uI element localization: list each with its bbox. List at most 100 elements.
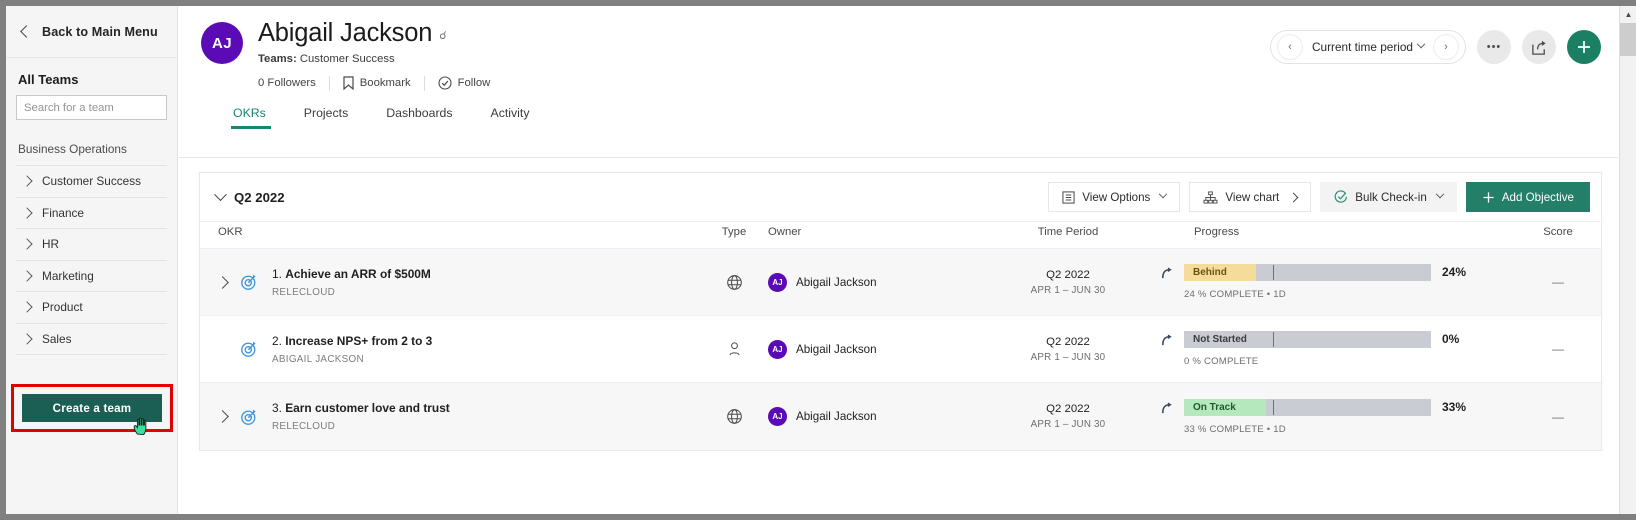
- period-collapse-toggle[interactable]: Q2 2022: [214, 187, 285, 205]
- period-label: Q2 2022: [1046, 335, 1090, 348]
- create-team-highlight: Create a team: [11, 384, 173, 432]
- column-header-period: Time Period: [1037, 226, 1099, 238]
- progress-percent: 24%: [1442, 265, 1467, 279]
- sidebar-item-sales[interactable]: Sales: [16, 324, 167, 355]
- sidebar-item-customer-success[interactable]: Customer Success: [16, 166, 167, 198]
- ellipsis-icon: •••: [1486, 41, 1502, 53]
- progress-marker: [1272, 332, 1275, 347]
- status-badge: Behind: [1193, 267, 1227, 278]
- chevron-left-icon: [20, 25, 33, 38]
- view-chart-button[interactable]: View chart: [1189, 182, 1312, 212]
- team-name-label: HR: [42, 237, 60, 252]
- team-group-label: Business Operations: [18, 142, 127, 156]
- progress-percent: 0%: [1442, 332, 1460, 346]
- tab-dashboards[interactable]: Dashboards: [367, 106, 471, 129]
- okr-title-line: 1. Achieve an ARR of $500M: [272, 267, 431, 281]
- type-cell: [700, 408, 768, 425]
- objective-target-icon: [240, 340, 266, 358]
- view-options-label: View Options: [1082, 190, 1151, 204]
- bookmark-button[interactable]: Bookmark: [330, 76, 424, 91]
- back-to-main-menu-button[interactable]: Back to Main Menu: [6, 6, 177, 58]
- sidebar-item-hr[interactable]: HR: [16, 229, 167, 261]
- previous-period-button[interactable]: ‹: [1277, 34, 1304, 60]
- profile-tabs: OKRs Projects Dashboards Activity: [231, 106, 1618, 129]
- table-row[interactable]: 3. Earn customer love and trust RELECLOU…: [200, 383, 1601, 450]
- org-chart-icon: [1203, 190, 1218, 204]
- okr-subtitle: RELECLOUD: [272, 421, 336, 432]
- avatar: AJ: [201, 22, 243, 64]
- tab-okrs[interactable]: OKRs: [231, 106, 285, 129]
- okr-title-line: 3. Earn customer love and trust: [272, 401, 450, 415]
- chevron-down-icon: [1159, 189, 1168, 199]
- period-range: APR 1 – JUN 30: [1030, 419, 1106, 430]
- link-icon[interactable]: ☌: [439, 29, 446, 47]
- okr-subtitle: ABIGAIL JACKSON: [272, 353, 364, 365]
- bulk-check-in-button[interactable]: Bulk Check-in: [1320, 182, 1457, 212]
- more-options-button[interactable]: •••: [1477, 30, 1511, 64]
- follow-button[interactable]: Follow: [425, 76, 504, 90]
- okr-text: 3. Earn customer love and trust RELECLOU…: [272, 401, 450, 432]
- tab-projects[interactable]: Projects: [285, 106, 367, 129]
- chevron-right-icon: [21, 175, 33, 187]
- scrollbar-thumb[interactable]: [1620, 23, 1636, 56]
- progress-bar: On Track: [1184, 398, 1431, 416]
- progress-status-fill: On Track: [1184, 398, 1266, 416]
- chevron-down-icon: [1435, 189, 1445, 199]
- objective-target-icon: [240, 273, 266, 291]
- list-icon: [1062, 190, 1075, 204]
- add-objective-button[interactable]: Add Objective: [1465, 182, 1590, 212]
- card-toolbar: Q2 2022 View Options View chart Bulk Che…: [200, 173, 1601, 221]
- type-cell: [700, 274, 768, 291]
- team-list: Customer Success Finance HR Marketing Pr…: [16, 165, 167, 355]
- app-window: Back to Main Menu All Teams Business Ope…: [0, 0, 1636, 520]
- check-circle-icon: [1334, 190, 1348, 203]
- search-input[interactable]: [16, 95, 167, 120]
- owner-name: Abigail Jackson: [796, 275, 877, 289]
- expand-row-button[interactable]: [216, 275, 240, 289]
- globe-icon: [726, 274, 742, 290]
- table-header: OKR Type Owner Time Period Progress Scor…: [200, 221, 1601, 249]
- tab-label: Dashboards: [386, 105, 453, 120]
- period-label: Q2 2022: [1046, 403, 1090, 415]
- table-row[interactable]: 2. Increase NPS+ from 2 to 3 ABIGAIL JAC…: [200, 316, 1601, 383]
- table-row[interactable]: 1. Achieve an ARR of $500M RELECLOUD AJ: [200, 249, 1601, 316]
- teams-value: Customer Success: [299, 52, 395, 65]
- sidebar-item-marketing[interactable]: Marketing: [16, 261, 167, 292]
- chevron-right-icon: [21, 301, 33, 313]
- progress-status-fill: Not Started: [1184, 331, 1268, 348]
- next-period-button[interactable]: ›: [1433, 34, 1459, 60]
- score-value: —: [1552, 275, 1564, 289]
- okr-card: Q2 2022 View Options View chart Bulk Che…: [199, 172, 1602, 451]
- add-button[interactable]: [1567, 30, 1601, 64]
- header-controls: ‹ Current time period › •••: [1270, 30, 1601, 64]
- toolbar-actions: View Options View chart Bulk Check-in Ad…: [1048, 182, 1590, 212]
- time-period-cell: Q2 2022 APR 1 – JUN 30: [978, 269, 1158, 296]
- view-options-button[interactable]: View Options: [1048, 182, 1181, 212]
- current-time-period-dropdown[interactable]: Current time period: [1307, 39, 1429, 54]
- chevron-right-icon: [216, 275, 229, 289]
- share-button[interactable]: [1522, 30, 1556, 64]
- vertical-scrollbar[interactable]: ▲: [1619, 6, 1636, 514]
- okr-text: 1. Achieve an ARR of $500M RELECLOUD: [272, 267, 431, 298]
- score-value: —: [1552, 409, 1564, 424]
- create-a-team-button[interactable]: Create a team: [22, 394, 162, 422]
- period-label: Q2 2022: [1046, 268, 1090, 281]
- tab-label: OKRs: [233, 105, 266, 120]
- chevron-right-icon: [21, 207, 33, 219]
- expand-row-button[interactable]: [216, 410, 240, 423]
- avatar: AJ: [768, 407, 787, 426]
- owner-name: Abigail Jackson: [796, 342, 877, 356]
- tab-activity[interactable]: Activity: [472, 106, 549, 129]
- bookmark-label: Bookmark: [359, 77, 411, 90]
- chevron-down-icon: [214, 187, 227, 201]
- status-badge: On Track: [1193, 401, 1236, 413]
- time-period-cell: Q2 2022 APR 1 – JUN 30: [978, 403, 1158, 430]
- progress-bar-wrap: Behind 24 % COMPLETE • 1D: [1184, 264, 1431, 300]
- chevron-right-icon: [21, 238, 33, 250]
- sidebar-item-finance[interactable]: Finance: [16, 198, 167, 229]
- column-header-score: Score: [1543, 226, 1573, 238]
- chevron-right-icon: [1288, 192, 1299, 202]
- scroll-up-button[interactable]: ▲: [1620, 6, 1636, 23]
- sidebar-item-product[interactable]: Product: [16, 292, 167, 324]
- tab-label: Projects: [303, 105, 349, 120]
